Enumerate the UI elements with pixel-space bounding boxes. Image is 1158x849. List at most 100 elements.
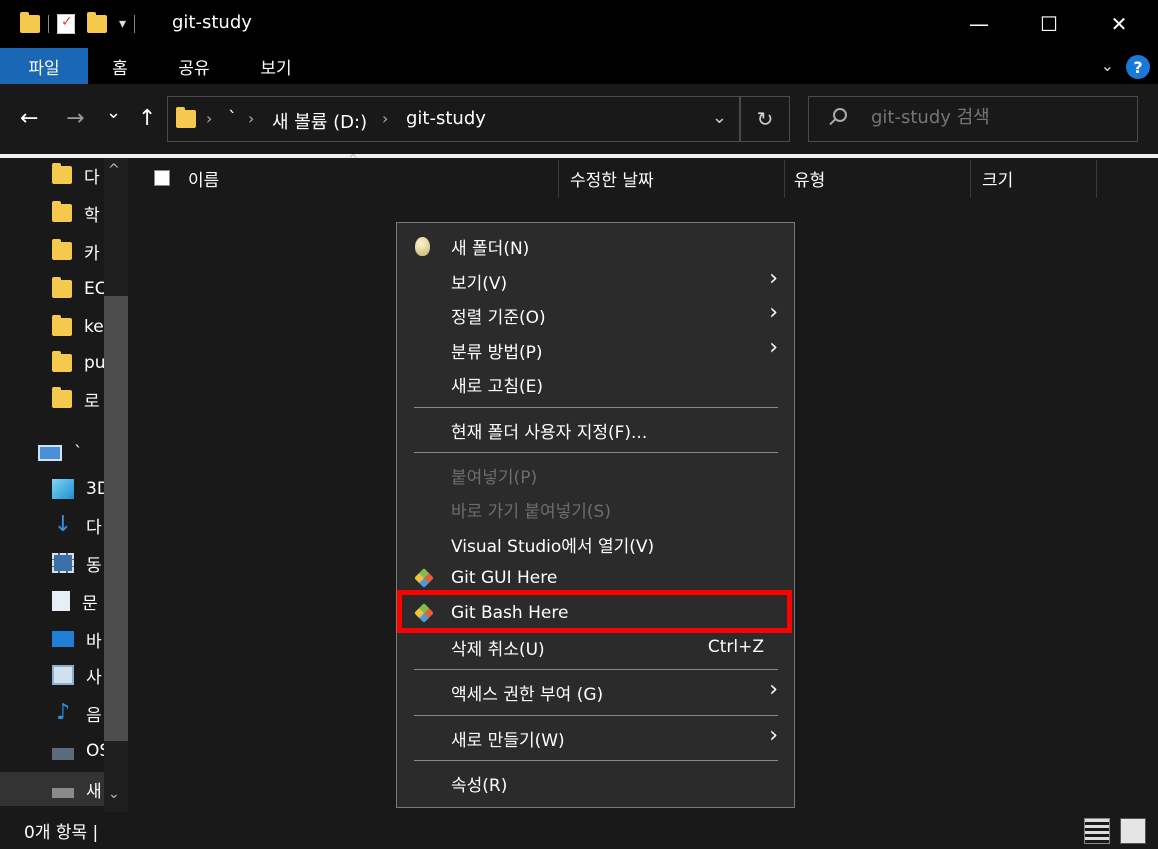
git-icon — [414, 568, 434, 588]
nav-pc-item[interactable]: OS — [52, 736, 110, 766]
computer-icon — [38, 445, 62, 461]
menu-separator — [414, 715, 778, 716]
submenu-arrow-icon: › — [769, 677, 778, 702]
folder-icon — [52, 239, 72, 260]
nav-item-label: 동 — [86, 555, 102, 576]
drive-icon — [52, 788, 74, 798]
maximize-button[interactable]: ☐ — [1014, 0, 1084, 48]
nav-folder[interactable]: 카 — [52, 236, 100, 266]
pictures-icon — [52, 665, 74, 685]
address-dropdown-icon[interactable]: ⌄ — [712, 107, 727, 128]
nav-folder-label: ke — [84, 317, 104, 337]
menu-item-paste: 붙여넣기(P) — [451, 467, 538, 488]
refresh-button[interactable]: ↻ — [740, 96, 790, 142]
breadcrumb-current[interactable]: git-study — [406, 108, 486, 129]
nav-pc-item[interactable]: 3D — [52, 474, 110, 504]
nav-item-label: 문 — [82, 593, 98, 614]
menu-item-customize-folder[interactable]: 현재 폴더 사용자 지정(F)... — [397, 413, 794, 447]
tab-share[interactable]: 공유 — [164, 48, 224, 84]
large-icons-view-icon[interactable] — [1120, 818, 1146, 844]
breadcrumb-separator[interactable]: › — [248, 109, 254, 128]
nav-folder[interactable]: pu — [52, 348, 106, 378]
menu-item-view[interactable]: 보기(V) › — [397, 264, 794, 298]
back-button[interactable]: ← — [20, 106, 38, 131]
nav-item-label: 바 — [86, 631, 102, 652]
column-header-size[interactable]: 크기 — [982, 166, 1013, 191]
submenu-arrow-icon: › — [769, 723, 778, 748]
properties-icon[interactable] — [57, 14, 75, 34]
column-divider[interactable] — [558, 160, 559, 198]
menu-item-undo-delete[interactable]: 삭제 취소(U) Ctrl+Z — [397, 630, 794, 664]
new-folder-quick-icon[interactable] — [87, 12, 107, 33]
expand-ribbon-icon[interactable]: ⌄ — [1101, 56, 1114, 75]
desktop-icon — [52, 631, 74, 647]
nav-pc-item[interactable]: 문 — [52, 586, 98, 616]
help-icon[interactable]: ? — [1126, 55, 1150, 79]
menu-item-open-in-visual-studio[interactable]: Visual Studio에서 열기(V) — [397, 527, 794, 561]
column-header-date[interactable]: 수정한 날짜 — [570, 166, 654, 191]
customize-quick-access-icon[interactable]: ▾ — [119, 16, 126, 32]
minimize-button[interactable]: — — [944, 0, 1014, 48]
nav-pc-item[interactable]: ↓ 다 — [52, 510, 102, 540]
close-button[interactable]: ✕ — [1084, 0, 1154, 48]
breadcrumb-separator[interactable]: › — [206, 109, 212, 128]
status-bar: 0개 항목 | — [0, 812, 1158, 849]
3d-objects-icon — [52, 479, 74, 499]
folder-icon — [52, 351, 72, 372]
search-box[interactable] — [808, 96, 1138, 142]
column-divider[interactable] — [784, 160, 785, 198]
divider — [48, 15, 49, 33]
breadcrumb-drive[interactable]: 새 볼륨 (D:) — [272, 108, 367, 134]
nav-pc-item[interactable]: 바 — [52, 624, 102, 654]
menu-item-group-by[interactable]: 분류 방법(P) › — [397, 333, 794, 367]
scroll-up-icon[interactable]: ^ — [108, 162, 120, 178]
search-input[interactable] — [871, 107, 1111, 128]
menu-item-give-access[interactable]: 액세스 권한 부여 (G) › — [397, 675, 794, 709]
submenu-arrow-icon: › — [769, 335, 778, 360]
nav-folder[interactable]: ke — [52, 312, 104, 342]
navigation-pane: 다 학 카 EC ke pu 로 ` 3D ↓ 다 동 문 바 사 ♪ 음 OS 새… — [0, 158, 130, 812]
folder-icon — [52, 277, 72, 298]
os-drive-icon — [52, 748, 74, 760]
menu-item-sort-by[interactable]: 정렬 기준(O) › — [397, 298, 794, 332]
breadcrumb-pc[interactable]: ` — [228, 108, 237, 129]
folder-icon — [52, 201, 72, 222]
breadcrumb-separator[interactable]: › — [382, 109, 388, 128]
context-menu: 새 폴더(N) 보기(V) › 정렬 기준(O) › 분류 방법(P) › 새로 고침… — [396, 222, 795, 808]
nav-pc-item[interactable]: ♪ 음 — [52, 698, 102, 728]
nav-folder[interactable]: 학 — [52, 198, 100, 228]
nav-scrollbar-thumb[interactable] — [104, 296, 128, 741]
nav-folder[interactable]: 로 — [52, 384, 100, 414]
nav-folder-label: 학 — [84, 205, 100, 226]
up-button[interactable]: ↑ — [138, 106, 156, 131]
recent-locations-button[interactable]: ⌄ — [106, 102, 121, 123]
menu-item-new-folder[interactable]: 새 폴더(N) — [397, 229, 794, 263]
nav-pc-item[interactable]: 새 — [52, 774, 102, 804]
tab-view[interactable]: 보기 — [246, 48, 306, 84]
nav-this-pc[interactable]: ` — [38, 438, 83, 468]
column-header-type[interactable]: 유형 — [794, 166, 825, 191]
item-count: 0개 항목 | — [24, 823, 99, 843]
divider — [134, 15, 136, 33]
select-all-checkbox[interactable] — [154, 170, 170, 186]
column-header-name[interactable]: 이름 — [188, 166, 219, 191]
tab-file[interactable]: 파일 — [0, 48, 88, 84]
nav-folder[interactable]: 다 — [52, 160, 100, 190]
address-bar[interactable]: › ` › 새 볼륨 (D:) › git-study ⌄ — [167, 96, 740, 142]
documents-icon — [52, 591, 70, 611]
nav-pc-label: ` — [74, 443, 83, 463]
forward-button[interactable]: → — [66, 106, 84, 131]
folder-icon — [52, 315, 72, 336]
submenu-arrow-icon: › — [769, 300, 778, 325]
column-divider[interactable] — [1096, 160, 1097, 198]
column-divider[interactable] — [970, 160, 971, 198]
nav-pc-item[interactable]: 동 — [52, 548, 102, 578]
menu-item-refresh[interactable]: 새로 고침(E) — [397, 367, 794, 401]
tab-home[interactable]: 홈 — [96, 48, 144, 84]
menu-item-new[interactable]: 새로 만들기(W) › — [397, 721, 794, 755]
details-view-icon[interactable] — [1084, 818, 1110, 844]
nav-pc-item[interactable]: 사 — [52, 660, 102, 690]
menu-item-properties[interactable]: 속성(R) — [397, 766, 794, 800]
nav-folder[interactable]: EC — [52, 274, 107, 304]
scroll-down-icon[interactable]: ⌄ — [108, 786, 120, 802]
